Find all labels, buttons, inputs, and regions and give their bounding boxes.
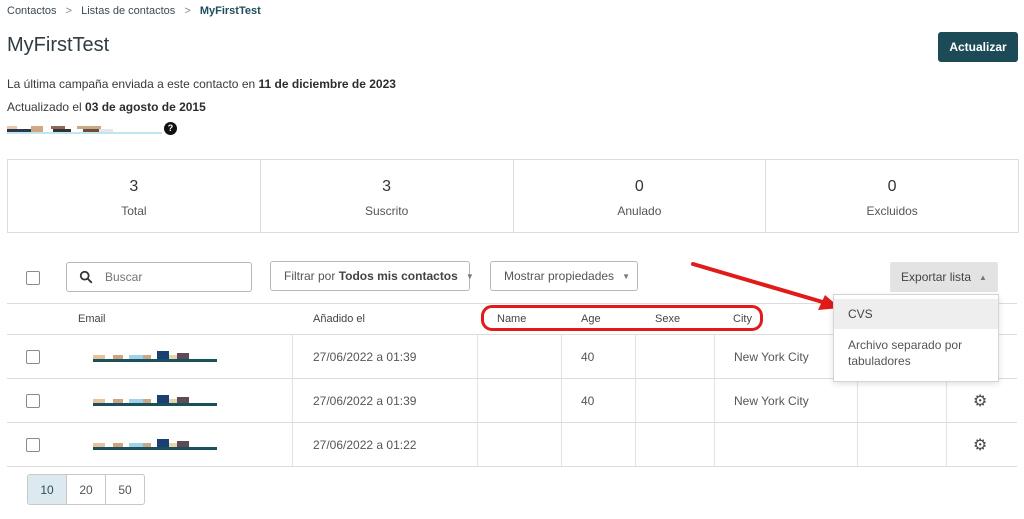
added-date: 27/06/2022 a 01:39: [313, 349, 417, 364]
stat-value: 0: [634, 178, 644, 195]
last-campaign-date: 11 de diciembre de 2023: [258, 77, 396, 91]
breadcrumb-separator: >: [65, 5, 73, 17]
filter-dropdown[interactable]: Filtrar por Todos mis contactos ▼: [270, 261, 474, 291]
search-input[interactable]: [103, 269, 247, 285]
column-email[interactable]: Email: [78, 304, 106, 334]
page-size-10[interactable]: 10: [28, 475, 67, 504]
row-checkbox[interactable]: [26, 393, 40, 408]
age-cell: 40: [581, 349, 595, 364]
help-icon[interactable]: ?: [164, 122, 177, 135]
filter-prefix: Filtrar por: [284, 269, 336, 283]
city-cell: New York City: [734, 393, 809, 408]
stat-anulado[interactable]: 0 Anulado: [514, 160, 767, 232]
email-redacted: [93, 423, 217, 466]
breadcrumb-separator: >: [184, 5, 191, 17]
updated-date: 03 de agosto de 2015: [85, 100, 206, 114]
export-option-tab-separated[interactable]: Archivo separado por tabuladores: [834, 329, 998, 369]
stat-excluidos[interactable]: 0 Excluidos: [766, 160, 1018, 232]
breadcrumb-contactos[interactable]: Contactos: [7, 5, 57, 17]
stat-label: Anulado: [617, 204, 662, 218]
stat-suscrito[interactable]: 3 Suscrito: [261, 160, 514, 232]
search-box[interactable]: [66, 262, 252, 292]
added-date: 27/06/2022 a 01:22: [313, 437, 417, 452]
stat-total[interactable]: 3 Total: [8, 160, 261, 232]
last-campaign-prefix: La última campaña enviada a este contact…: [7, 77, 259, 91]
stat-label: Total: [121, 204, 147, 218]
last-campaign-info: La última campaña enviada a este contact…: [7, 77, 396, 91]
stat-value: 3: [129, 178, 139, 195]
table-row[interactable]: 27/06/2022 a 01:22 ⚙: [7, 422, 1017, 467]
stat-label: Excluidos: [866, 204, 918, 218]
redacted-description: [7, 126, 162, 135]
page-size-50[interactable]: 50: [106, 475, 144, 504]
search-icon: [79, 270, 93, 284]
breadcrumb: Contactos > Listas de contactos > MyFirs…: [7, 5, 261, 17]
updated-info: Actualizado el 03 de agosto de 2015: [7, 100, 206, 114]
email-redacted: [93, 335, 217, 378]
stat-label: Suscrito: [364, 204, 409, 218]
gear-icon[interactable]: ⚙: [973, 435, 987, 455]
table-row[interactable]: 27/06/2022 a 01:39 40 New York City ⚙: [7, 378, 1017, 422]
show-properties-dropdown[interactable]: Mostrar propiedades ▼: [490, 261, 638, 291]
stats-bar: 3 Total 3 Suscrito 0 Anulado 0 Excluidos: [7, 159, 1019, 233]
age-cell: 40: [581, 393, 595, 408]
page-title: MyFirstTest: [7, 34, 110, 56]
caret-up-icon: ▲: [979, 272, 987, 282]
email-redacted: [93, 379, 217, 422]
show-properties-label: Mostrar propiedades: [504, 269, 615, 283]
export-list-button[interactable]: Exportar lista ▲: [890, 262, 998, 292]
update-button[interactable]: Actualizar: [938, 32, 1018, 62]
stat-value: 0: [887, 178, 897, 195]
added-date: 27/06/2022 a 01:39: [313, 393, 417, 408]
annotation-arrow: [691, 262, 840, 310]
export-option-cvs[interactable]: CVS: [834, 299, 998, 329]
page-size-selector: 10 20 50: [27, 474, 145, 505]
caret-down-icon: ▼: [465, 271, 474, 281]
export-menu: CVS Archivo separado por tabuladores: [833, 294, 999, 382]
page-size-20[interactable]: 20: [67, 475, 106, 504]
select-all-checkbox[interactable]: [26, 271, 40, 285]
gear-icon[interactable]: ⚙: [973, 391, 987, 411]
updated-prefix: Actualizado el: [7, 100, 86, 114]
column-added[interactable]: Añadido el: [313, 304, 365, 334]
row-checkbox[interactable]: [26, 349, 40, 364]
stat-value: 3: [382, 178, 392, 195]
breadcrumb-listas[interactable]: Listas de contactos: [81, 5, 175, 17]
row-checkbox[interactable]: [26, 437, 40, 452]
filter-value: Todos mis contactos: [338, 269, 458, 283]
export-list-label: Exportar lista: [901, 270, 972, 284]
breadcrumb-current: MyFirstTest: [199, 5, 261, 17]
city-cell: New York City: [734, 349, 809, 364]
caret-down-icon: ▼: [622, 271, 630, 281]
